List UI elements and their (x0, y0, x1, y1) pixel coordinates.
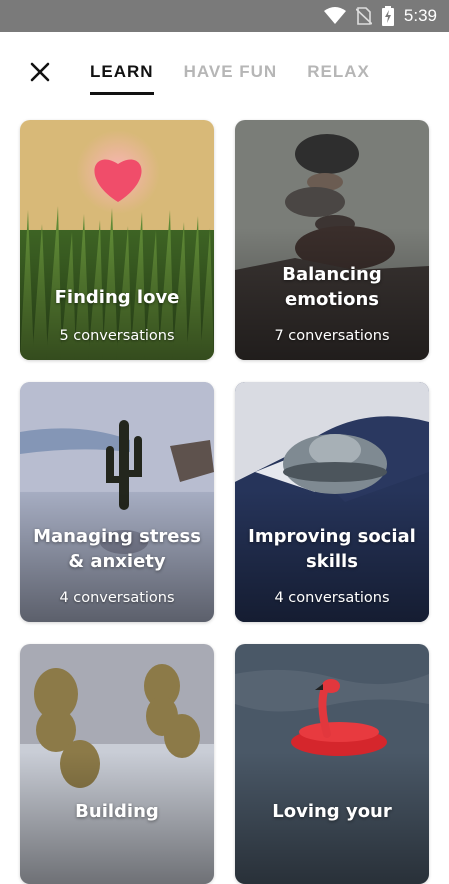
topic-card-finding-love[interactable]: Finding love 5 conversations (20, 120, 214, 360)
card-subtitle: 5 conversations (59, 328, 175, 344)
card-subtitle: 4 conversations (59, 590, 175, 606)
card-subtitle: 7 conversations (274, 328, 390, 344)
card-subtitle: 4 conversations (274, 590, 390, 606)
tab-have-fun[interactable]: HAVE FUN (184, 62, 278, 95)
card-title: Balancing emotions (282, 264, 382, 310)
card-title: Building (75, 801, 159, 822)
status-bar: 5:39 (0, 0, 449, 32)
card-title: Managing stress & anxiety (33, 526, 201, 572)
topic-card-managing-stress[interactable]: Managing stress & anxiety 4 conversation… (20, 382, 214, 622)
topic-card-loving-your[interactable]: Loving your (235, 644, 429, 884)
tab-relax[interactable]: RELAX (307, 62, 370, 95)
card-title: Loving your (272, 801, 392, 822)
clock: 5:39 (403, 6, 437, 25)
card-title: Finding love (54, 287, 180, 308)
tab-learn[interactable]: LEARN (90, 62, 154, 95)
card-title: Improving social skills (248, 526, 416, 572)
topic-card-balancing-emotions[interactable]: Balancing emotions 7 conversations (235, 120, 429, 360)
tab-bar: LEARN HAVE FUN RELAX (90, 62, 370, 95)
topic-card-improving-social-skills[interactable]: Improving social skills 4 conversations (235, 382, 429, 622)
topic-card-building[interactable]: Building (20, 644, 214, 884)
wifi-icon (323, 7, 346, 24)
no-sim-icon (355, 7, 372, 25)
close-icon[interactable] (26, 58, 54, 86)
header: LEARN HAVE FUN RELAX (0, 32, 449, 108)
battery-charging-icon (381, 6, 394, 26)
status-icons: 5:39 (323, 6, 437, 26)
